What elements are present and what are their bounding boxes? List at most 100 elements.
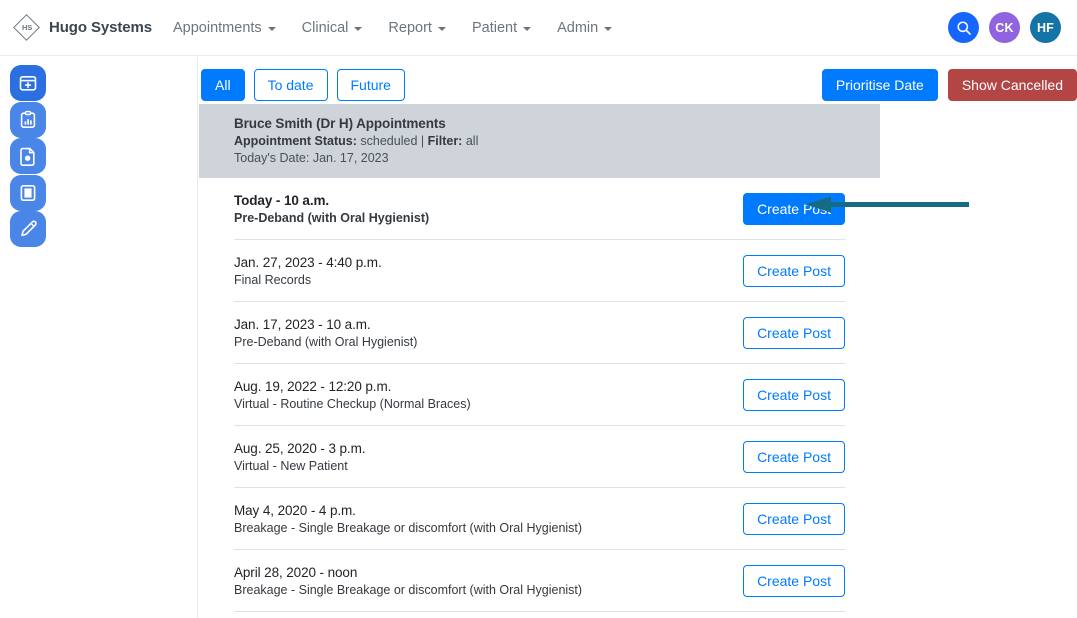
appointment-action: Create Post — [743, 255, 845, 287]
appointment-datetime: May 4, 2020 - 4 p.m. — [234, 503, 725, 518]
appointment-type: Final Records — [234, 273, 725, 287]
appointment-action: Create Post — [743, 565, 845, 597]
avatar-hf[interactable]: HF — [1030, 12, 1061, 43]
clipboard-chart-icon — [18, 110, 38, 130]
calendar-plus-icon — [18, 73, 38, 93]
create-post-button[interactable]: Create Post — [743, 255, 845, 287]
nav-item-patient[interactable]: Patient — [459, 14, 544, 42]
create-post-button[interactable]: Create Post — [743, 565, 845, 597]
top-navbar: HS Hugo Systems Appointments Clinical Re… — [0, 0, 1077, 56]
appointment-action: Create Post — [743, 503, 845, 535]
appointment-datetime: Today - 10 a.m. — [234, 193, 725, 208]
sidebar-item-edit[interactable] — [10, 211, 46, 247]
appointment-action: Create Post — [743, 193, 845, 225]
avatar-initials: CK — [995, 21, 1013, 35]
appointment-datetime: April 28, 2020 - noon — [234, 565, 725, 580]
filter-tab-future[interactable]: Future — [337, 69, 405, 101]
appointments-panel: Bruce Smith (Dr H) Appointments Appointm… — [199, 104, 880, 612]
panel-header: Bruce Smith (Dr H) Appointments Appointm… — [199, 104, 880, 178]
brand-mark-text: HS — [14, 15, 40, 41]
appointment-type: Virtual - Routine Checkup (Normal Braces… — [234, 397, 725, 411]
chevron-down-icon — [354, 27, 362, 31]
appointment-details: April 28, 2020 - noon Breakage - Single … — [234, 565, 725, 597]
appointment-datetime: Jan. 17, 2023 - 10 a.m. — [234, 317, 725, 332]
appointment-datetime: Aug. 19, 2022 - 12:20 p.m. — [234, 379, 725, 394]
nav-item-label: Admin — [557, 20, 598, 36]
status-value: scheduled — [360, 134, 417, 148]
appointment-details: Jan. 17, 2023 - 10 a.m. Pre-Deband (with… — [234, 317, 725, 349]
filter-tab-all[interactable]: All — [201, 69, 245, 101]
appointment-type: Pre-Deband (with Oral Hygienist) — [234, 211, 725, 225]
appointment-details: Today - 10 a.m. Pre-Deband (with Oral Hy… — [234, 193, 725, 225]
brand-logo[interactable]: HS Hugo Systems — [14, 15, 154, 41]
show-cancelled-button[interactable]: Show Cancelled — [948, 69, 1077, 101]
filter-tab-to-date[interactable]: To date — [254, 69, 328, 101]
filter-label: Filter: — [428, 134, 463, 148]
left-sidebar — [0, 57, 198, 618]
panel-status-line: Appointment Status: scheduled | Filter: … — [234, 134, 864, 148]
navbar-actions: CK HF — [948, 12, 1061, 43]
appointment-details: May 4, 2020 - 4 p.m. Breakage - Single B… — [234, 503, 725, 535]
panel-title: Bruce Smith (Dr H) Appointments — [234, 116, 864, 131]
create-post-button[interactable]: Create Post — [743, 441, 845, 473]
notebook-icon — [18, 183, 38, 203]
appointment-row: Jan. 27, 2023 - 4:40 p.m. Final Records … — [199, 240, 880, 302]
appointment-details: Aug. 25, 2020 - 3 p.m. Virtual - New Pat… — [234, 441, 725, 473]
appointment-action: Create Post — [743, 379, 845, 411]
nav-item-label: Patient — [472, 20, 517, 36]
appointment-action: Create Post — [743, 441, 845, 473]
avatar-ck[interactable]: CK — [989, 12, 1020, 43]
main-content: All To date Future Prioritise Date Show … — [199, 57, 1077, 618]
create-post-button[interactable]: Create Post — [743, 193, 845, 225]
appointment-row: April 28, 2020 - noon Breakage - Single … — [199, 550, 880, 612]
nav-item-admin[interactable]: Admin — [544, 14, 625, 42]
nav-item-report[interactable]: Report — [375, 14, 459, 42]
appointment-row: Aug. 19, 2022 - 12:20 p.m. Virtual - Rou… — [199, 364, 880, 426]
filter-value: all — [466, 134, 479, 148]
document-icon — [18, 146, 38, 166]
pencil-icon — [18, 219, 38, 239]
filter-tabs: All To date Future — [201, 69, 405, 101]
appointment-type: Virtual - New Patient — [234, 459, 725, 473]
nav-item-appointments[interactable]: Appointments — [160, 14, 289, 42]
status-separator: | — [421, 134, 424, 148]
appointments-list: Today - 10 a.m. Pre-Deband (with Oral Hy… — [199, 178, 880, 612]
search-icon — [956, 20, 972, 36]
todays-date: Today's Date: Jan. 17, 2023 — [234, 151, 864, 165]
brand-name: Hugo Systems — [49, 19, 152, 36]
appointment-type: Pre-Deband (with Oral Hygienist) — [234, 335, 725, 349]
sidebar-item-new-appointment[interactable] — [10, 65, 46, 101]
avatar-initials: HF — [1037, 21, 1054, 35]
appointment-row: Today - 10 a.m. Pre-Deband (with Oral Hy… — [199, 178, 880, 240]
chevron-down-icon — [268, 27, 276, 31]
chevron-down-icon — [523, 27, 531, 31]
hugo-systems-diamond-icon: HS — [14, 15, 40, 41]
status-label: Appointment Status: — [234, 134, 357, 148]
search-button[interactable] — [948, 12, 979, 43]
appointment-row: May 4, 2020 - 4 p.m. Breakage - Single B… — [199, 488, 880, 550]
nav-item-label: Clinical — [302, 20, 349, 36]
row-divider — [234, 611, 845, 612]
create-post-button[interactable]: Create Post — [743, 503, 845, 535]
prioritise-date-button[interactable]: Prioritise Date — [822, 69, 938, 101]
toolbar-actions: Prioritise Date Show Cancelled — [822, 69, 1077, 101]
nav-item-label: Appointments — [173, 20, 262, 36]
chevron-down-icon — [438, 27, 446, 31]
chevron-down-icon — [604, 27, 612, 31]
create-post-button[interactable]: Create Post — [743, 317, 845, 349]
appointment-datetime: Jan. 27, 2023 - 4:40 p.m. — [234, 255, 725, 270]
filter-toolbar: All To date Future Prioritise Date Show … — [199, 69, 1077, 101]
main-nav: Appointments Clinical Report Patient Adm… — [160, 14, 625, 42]
appointment-type: Breakage - Single Breakage or discomfort… — [234, 583, 725, 597]
sidebar-item-reports[interactable] — [10, 102, 46, 138]
sidebar-item-documents[interactable] — [10, 138, 46, 174]
appointment-details: Aug. 19, 2022 - 12:20 p.m. Virtual - Rou… — [234, 379, 725, 411]
appointment-row: Jan. 17, 2023 - 10 a.m. Pre-Deband (with… — [199, 302, 880, 364]
appointment-row: Aug. 25, 2020 - 3 p.m. Virtual - New Pat… — [199, 426, 880, 488]
appointment-details: Jan. 27, 2023 - 4:40 p.m. Final Records — [234, 255, 725, 287]
nav-item-clinical[interactable]: Clinical — [289, 14, 376, 42]
appointment-datetime: Aug. 25, 2020 - 3 p.m. — [234, 441, 725, 456]
appointment-type: Breakage - Single Breakage or discomfort… — [234, 521, 725, 535]
create-post-button[interactable]: Create Post — [743, 379, 845, 411]
sidebar-item-notes[interactable] — [10, 175, 46, 211]
